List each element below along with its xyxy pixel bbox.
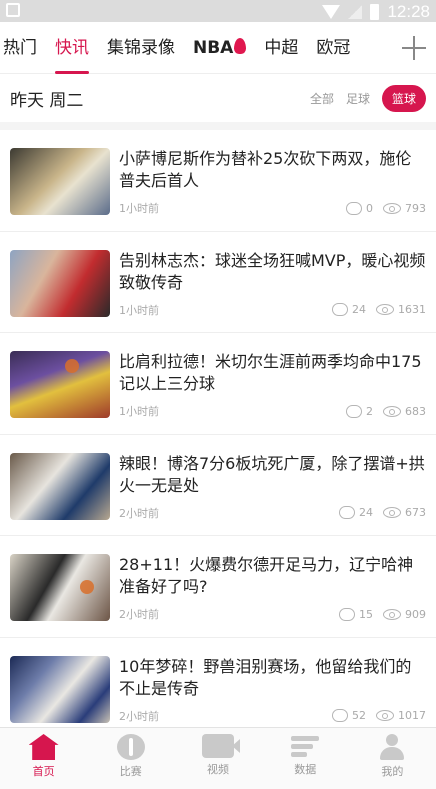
- tab-label: 欧冠: [316, 37, 351, 58]
- news-time: 2小时前: [119, 506, 159, 520]
- news-time: 1小时前: [119, 303, 159, 317]
- comment-icon: [339, 506, 355, 519]
- view-count: 673: [405, 506, 426, 519]
- sport-filter: 全部 足球 篮球: [310, 84, 426, 112]
- view-count: 793: [405, 201, 426, 215]
- notification-icon: [6, 3, 20, 17]
- match-icon: [116, 734, 145, 760]
- data-icon: [291, 734, 320, 758]
- tab-label: 集锦录像: [107, 37, 175, 58]
- nav-label: 比赛: [119, 765, 142, 778]
- news-thumbnail: [10, 148, 110, 215]
- nav-label: 视频: [207, 763, 229, 776]
- news-item[interactable]: 小萨博尼斯作为替补25次砍下两双，施伦普夫后首人 1小时前 0 793: [0, 130, 436, 232]
- view-count: 683: [405, 404, 426, 418]
- news-thumbnail: [10, 452, 110, 520]
- news-title: 10年梦碎！野兽泪别赛场，他留给我们的不止是传奇: [119, 656, 412, 698]
- top-tab-bar: 热门 快讯 集锦录像 NBA 中超 欧冠: [0, 22, 436, 74]
- comment-icon: [346, 201, 362, 215]
- profile-icon: [378, 734, 406, 760]
- filter-football[interactable]: 足球: [346, 90, 370, 107]
- tab-news-flash[interactable]: 快讯: [55, 22, 89, 74]
- nav-label: 首页: [32, 765, 55, 778]
- news-thumbnail: [10, 249, 110, 317]
- home-icon: [28, 734, 59, 760]
- comment-icon: [332, 303, 348, 316]
- eye-icon: [383, 405, 401, 417]
- tab-nba[interactable]: NBA: [193, 22, 247, 74]
- comment-count: 0: [366, 201, 373, 215]
- news-item[interactable]: 告别林志杰：球迷全场狂喊MVP，暖心视频致敬传奇 1小时前 24 1631: [0, 232, 436, 333]
- add-tab-icon[interactable]: [402, 36, 426, 60]
- comment-count: 52: [352, 709, 366, 722]
- fire-icon: [234, 37, 247, 54]
- bottom-nav: 首页 比赛 视频 数据 我的: [0, 727, 436, 789]
- news-title: 28+11！火爆费尔德开足马力，辽宁哈神准备好了吗?: [119, 555, 414, 596]
- filter-all[interactable]: 全部: [310, 90, 334, 107]
- news-time: 2小时前: [119, 608, 159, 621]
- comment-icon: [332, 709, 348, 722]
- eye-icon: [376, 710, 394, 721]
- nav-video[interactable]: 视频: [174, 728, 261, 789]
- news-title: 比肩利拉德！米切尔生涯前两季均命中175记以上三分球: [119, 352, 422, 393]
- news-time: 2小时前: [119, 709, 159, 723]
- comment-icon: [346, 404, 362, 418]
- news-list: 小萨博尼斯作为替补25次砍下两双，施伦普夫后首人 1小时前 0 793 告别林志…: [0, 130, 436, 739]
- status-time: 12:28: [387, 2, 430, 21]
- news-thumbnail: [10, 554, 110, 621]
- news-item[interactable]: 10年梦碎！野兽泪别赛场，他留给我们的不止是传奇 2小时前 52 1017: [0, 638, 436, 739]
- nav-profile[interactable]: 我的: [349, 728, 436, 789]
- tab-ucl[interactable]: 欧冠: [316, 22, 350, 74]
- tab-label: 快讯: [55, 37, 89, 58]
- nav-home[interactable]: 首页: [0, 728, 87, 789]
- news-time: 1小时前: [119, 202, 159, 215]
- tab-hot[interactable]: 热门: [3, 22, 37, 74]
- eye-icon: [383, 202, 401, 214]
- comment-count: 2: [366, 404, 373, 418]
- wifi-icon: [322, 5, 341, 19]
- news-item[interactable]: 28+11！火爆费尔德开足马力，辽宁哈神准备好了吗? 2小时前 15 909: [0, 536, 436, 638]
- date-label: 昨天 周二: [10, 90, 84, 111]
- comment-count: 15: [359, 607, 373, 621]
- eye-icon: [383, 507, 401, 518]
- battery-icon: [370, 4, 380, 20]
- status-bar: 12:28: [0, 0, 436, 22]
- news-time: 1小时前: [119, 405, 159, 418]
- comment-count: 24: [352, 303, 366, 316]
- view-count: 1631: [398, 303, 426, 316]
- eye-icon: [376, 304, 394, 315]
- comment-icon: [339, 607, 355, 621]
- news-title: 辣眼！博洛7分6板坑死广厦，除了摆谱+拱火一无是处: [119, 453, 425, 495]
- news-thumbnail: [10, 351, 110, 418]
- status-icons: 12:28: [322, 2, 430, 22]
- tab-label: 中超: [264, 37, 299, 58]
- eye-icon: [383, 608, 401, 620]
- signal-icon: [348, 5, 363, 19]
- tab-label: NBA: [193, 37, 234, 58]
- news-item[interactable]: 比肩利拉德！米切尔生涯前两季均命中175记以上三分球 1小时前 2 683: [0, 333, 436, 435]
- news-thumbnail: [10, 655, 110, 723]
- nav-data[interactable]: 数据: [262, 728, 349, 789]
- tab-csl[interactable]: 中超: [264, 22, 298, 74]
- news-title: 告别林志杰：球迷全场狂喊MVP，暖心视频致敬传奇: [119, 250, 426, 292]
- view-count: 1017: [398, 709, 426, 722]
- comment-count: 24: [359, 506, 373, 519]
- filter-basketball[interactable]: 篮球: [381, 84, 426, 112]
- news-title: 小萨博尼斯作为替补25次砍下两双，施伦普夫后首人: [119, 149, 412, 190]
- tab-label: 热门: [3, 37, 37, 58]
- nav-label: 我的: [381, 765, 404, 778]
- view-count: 909: [405, 607, 426, 621]
- nav-match[interactable]: 比赛: [87, 728, 174, 789]
- date-filter-row: 昨天 周二 全部 足球 篮球: [0, 74, 436, 130]
- news-item[interactable]: 辣眼！博洛7分6板坑死广厦，除了摆谱+拱火一无是处 2小时前 24 673: [0, 435, 436, 536]
- tab-highlights[interactable]: 集锦录像: [107, 22, 175, 74]
- video-icon: [202, 734, 240, 758]
- nav-label: 数据: [294, 763, 317, 776]
